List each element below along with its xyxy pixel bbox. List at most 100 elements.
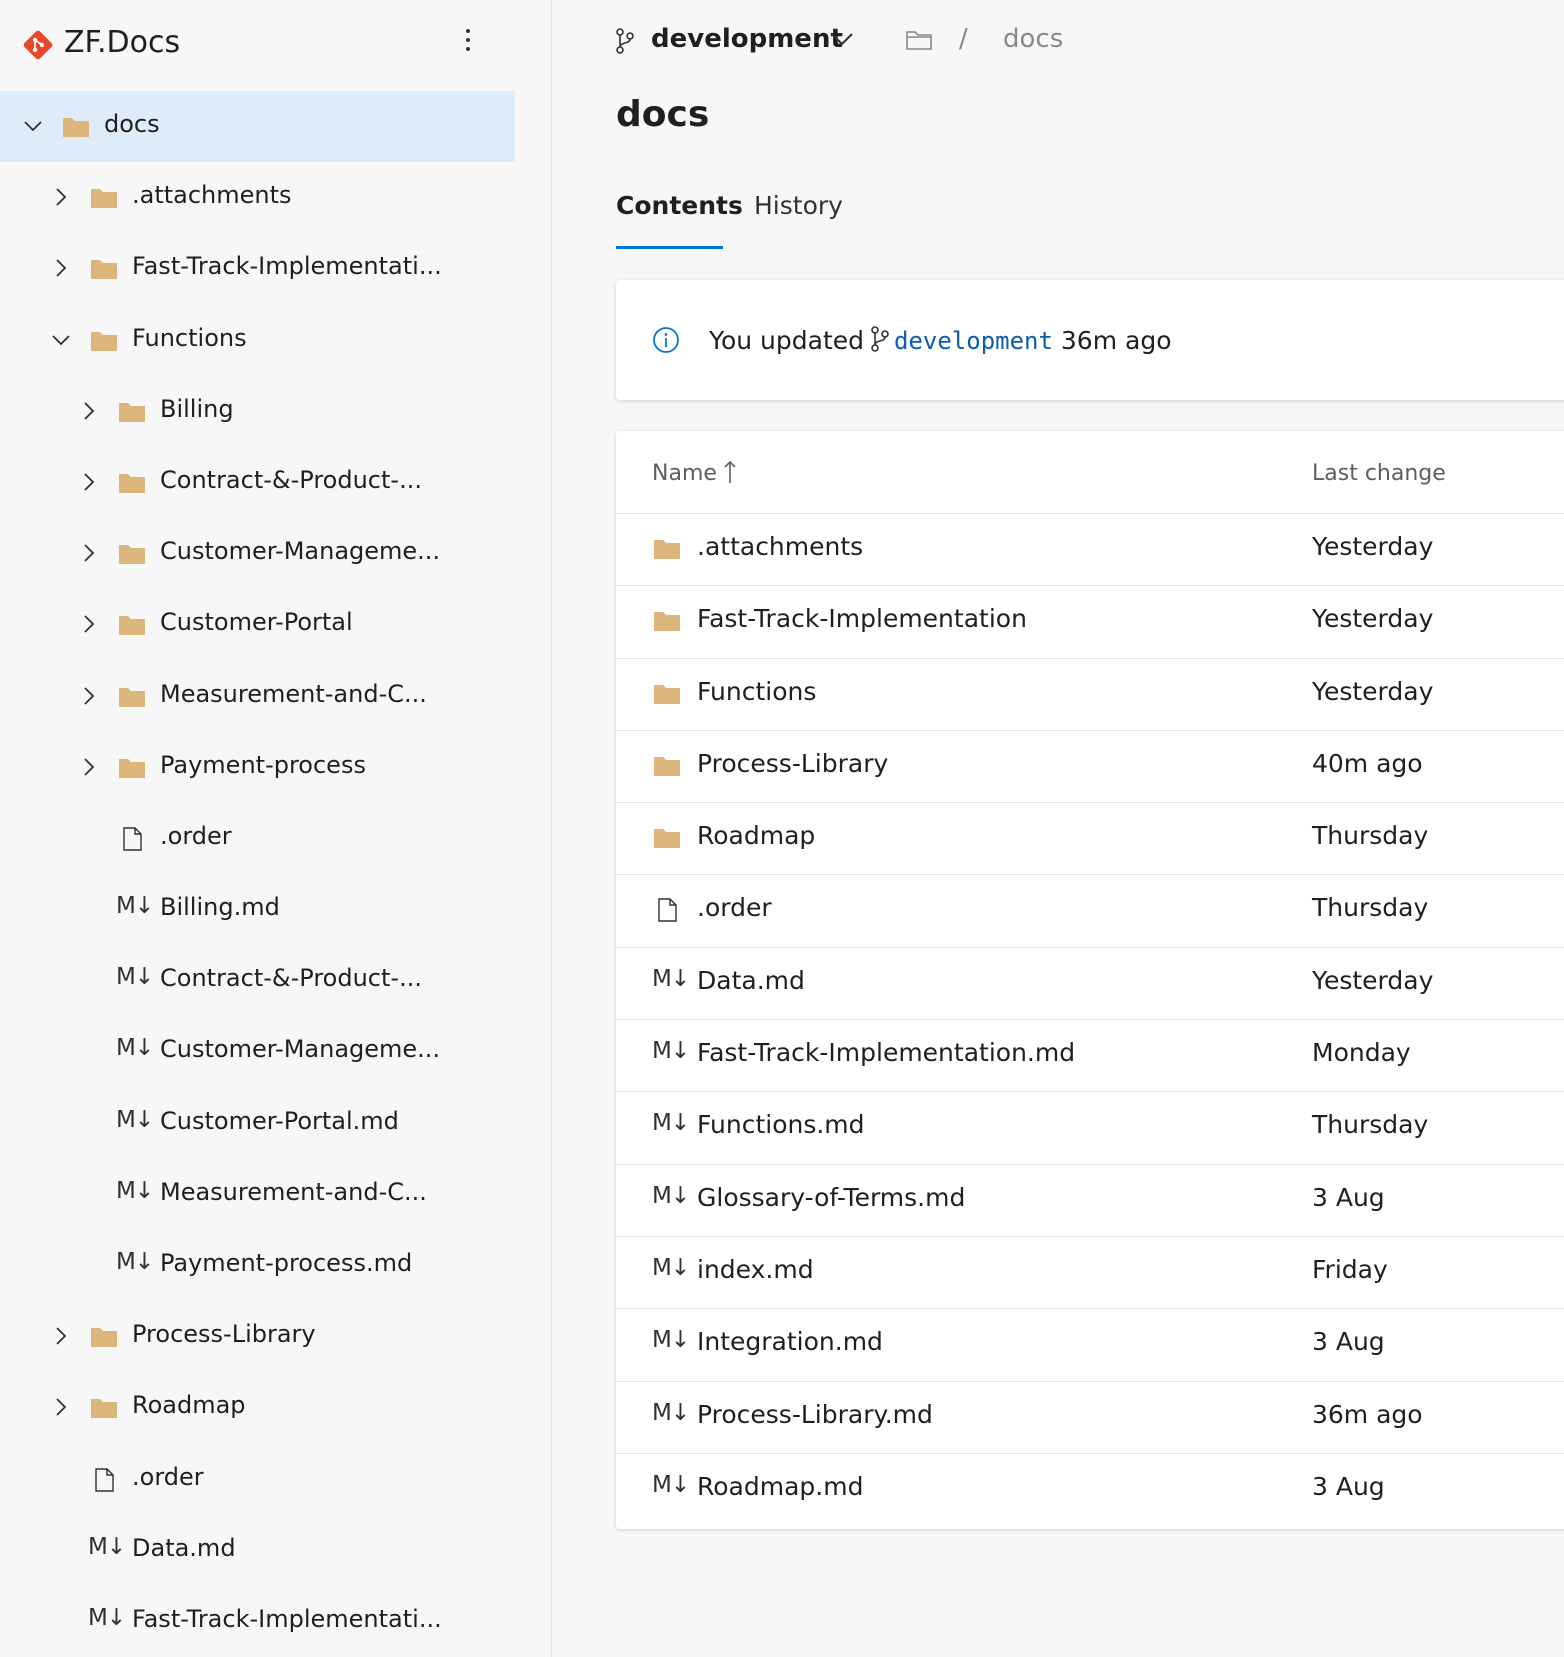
tree-folder-item[interactable]: docs [0,91,515,163]
last-change: Yesterday [1312,532,1434,561]
chevron-right-icon[interactable] [50,1396,72,1418]
column-header-last-change[interactable]: Last change [1312,461,1446,486]
info-prefix: You updated [709,326,864,355]
chevron-right-icon[interactable] [50,1325,72,1347]
file-name[interactable]: Integration.md [697,1327,883,1356]
tree-file-item[interactable]: M↓ Measurement-and-C... [0,1159,552,1230]
tree-file-item[interactable]: M↓ Customer-Manageme... [0,1016,552,1087]
file-name[interactable]: Fast-Track-Implementation [697,604,1027,633]
file-name[interactable]: Glossary-of-Terms.md [697,1183,965,1212]
tree-folder-item[interactable]: Customer-Manageme... [0,518,552,589]
table-row[interactable]: M↓ Process-Library.md 36m ago [616,1380,1564,1453]
markdown-icon: M↓ [116,893,154,920]
chevron-right-icon[interactable] [78,542,100,564]
tree-item-label: Functions [132,323,247,352]
file-name[interactable]: Roadmap.md [697,1472,863,1501]
chevron-right-icon[interactable] [78,471,100,493]
sort-ascending-icon[interactable] [723,459,737,485]
folder-icon [119,687,145,707]
folder-icon [91,331,117,351]
tab-contents[interactable]: Contents [616,191,743,220]
chevron-right-icon[interactable] [78,613,100,635]
tree-folder-item[interactable]: Customer-Portal [0,589,552,660]
branch-selector[interactable]: development [651,24,843,54]
file-name[interactable]: index.md [697,1255,814,1284]
tree-item-label: Billing.md [160,893,280,922]
tree-file-item[interactable]: M↓ Fast-Track-Implementati... [0,1586,552,1657]
tree-folder-item[interactable]: Billing [0,376,552,447]
table-row[interactable]: Functions Yesterday [616,657,1564,730]
tree-folder-item[interactable]: Payment-process [0,732,552,803]
file-name[interactable]: Process-Library.md [697,1400,933,1429]
tree-item-label: docs [104,110,160,138]
file-name[interactable]: .attachments [697,532,863,561]
table-row[interactable]: Process-Library 40m ago [616,729,1564,802]
tree-item-label: .order [132,1462,204,1491]
folder-icon [91,1399,117,1419]
tree-item-label: Data.md [132,1533,236,1562]
table-row[interactable]: M↓ index.md Friday [616,1235,1564,1308]
more-options-icon[interactable] [456,24,480,64]
tree-folder-item[interactable]: Contract-&-Product-... [0,447,552,518]
tree-file-item[interactable]: M↓ Billing.md [0,874,552,945]
markdown-icon: M↓ [652,965,690,992]
tree-file-item[interactable]: M↓ Contract-&-Product-... [0,945,552,1016]
file-name[interactable]: Roadmap [697,821,815,850]
file-name[interactable]: Process-Library [697,749,888,778]
table-row[interactable]: M↓ Glossary-of-Terms.md 3 Aug [616,1163,1564,1236]
table-row[interactable]: .order Thursday [616,874,1564,946]
markdown-icon: M↓ [116,1035,154,1062]
table-row[interactable]: Roadmap Thursday [616,802,1564,874]
table-row[interactable]: M↓ Roadmap.md 3 Aug [616,1452,1564,1525]
page-title: docs [616,94,710,135]
tree-item-label: Billing [160,394,234,423]
tree-folder-item[interactable]: Functions [0,305,552,376]
file-name[interactable]: .order [697,893,772,922]
table-row[interactable]: M↓ Integration.md 3 Aug [616,1308,1564,1380]
table-row[interactable]: M↓ Functions.md Thursday [616,1091,1564,1163]
repo-name[interactable]: ZF.Docs [64,25,180,60]
file-name[interactable]: Data.md [697,966,805,995]
tree-file-item[interactable]: M↓ Data.md [0,1515,552,1586]
chevron-right-icon[interactable] [78,756,100,778]
tree-folder-item[interactable]: Process-Library [0,1301,552,1372]
table-row[interactable]: Fast-Track-Implementation Yesterday [616,585,1564,657]
folder-outline-icon[interactable] [905,28,933,52]
chevron-down-icon[interactable] [50,329,72,351]
tree-file-item[interactable]: .order [0,803,552,874]
column-header-name[interactable]: Name [652,461,717,486]
tree-folder-item[interactable]: .attachments [0,162,552,233]
tree-folder-item[interactable]: Fast-Track-Implementati... [0,233,552,304]
info-suffix: 36m ago [1060,326,1172,355]
active-tab-indicator [616,246,723,249]
table-row[interactable]: M↓ Data.md Yesterday [616,946,1564,1019]
tree-folder-item[interactable]: Roadmap [0,1372,552,1443]
chevron-down-icon[interactable] [829,30,855,48]
table-row[interactable]: .attachments Yesterday [616,513,1564,585]
breadcrumb-current[interactable]: docs [1003,24,1063,54]
markdown-icon: M↓ [116,1177,154,1204]
tree-file-item[interactable]: M↓ Customer-Portal.md [0,1088,552,1159]
branch-link[interactable]: development [894,327,1053,355]
main-content: development / docs docs Contents History… [553,0,1564,1657]
last-change: 3 Aug [1312,1471,1385,1501]
file-name[interactable]: Fast-Track-Implementation.md [697,1038,1075,1067]
tree-folder-item[interactable]: Measurement-and-C... [0,661,552,732]
last-change: 40m ago [1312,748,1423,778]
info-message: You updated development 36m ago [709,326,1172,355]
table-row[interactable]: M↓ Fast-Track-Implementation.md Monday [616,1019,1564,1091]
chevron-right-icon[interactable] [78,685,100,707]
chevron-right-icon[interactable] [78,400,100,422]
file-name[interactable]: Functions.md [697,1110,865,1139]
tab-history[interactable]: History [754,191,843,220]
chevron-down-icon[interactable] [22,115,44,137]
tree-item-label: Payment-process [160,750,366,779]
chevron-right-icon[interactable] [50,257,72,279]
file-name[interactable]: Functions [697,677,816,706]
tree-file-item[interactable]: .order [0,1444,552,1515]
chevron-right-icon[interactable] [50,186,72,208]
tree-file-item[interactable]: M↓ Payment-process.md [0,1230,552,1301]
last-change: Thursday [1312,893,1429,923]
last-change: Thursday [1312,821,1429,851]
markdown-icon: M↓ [652,1182,690,1209]
